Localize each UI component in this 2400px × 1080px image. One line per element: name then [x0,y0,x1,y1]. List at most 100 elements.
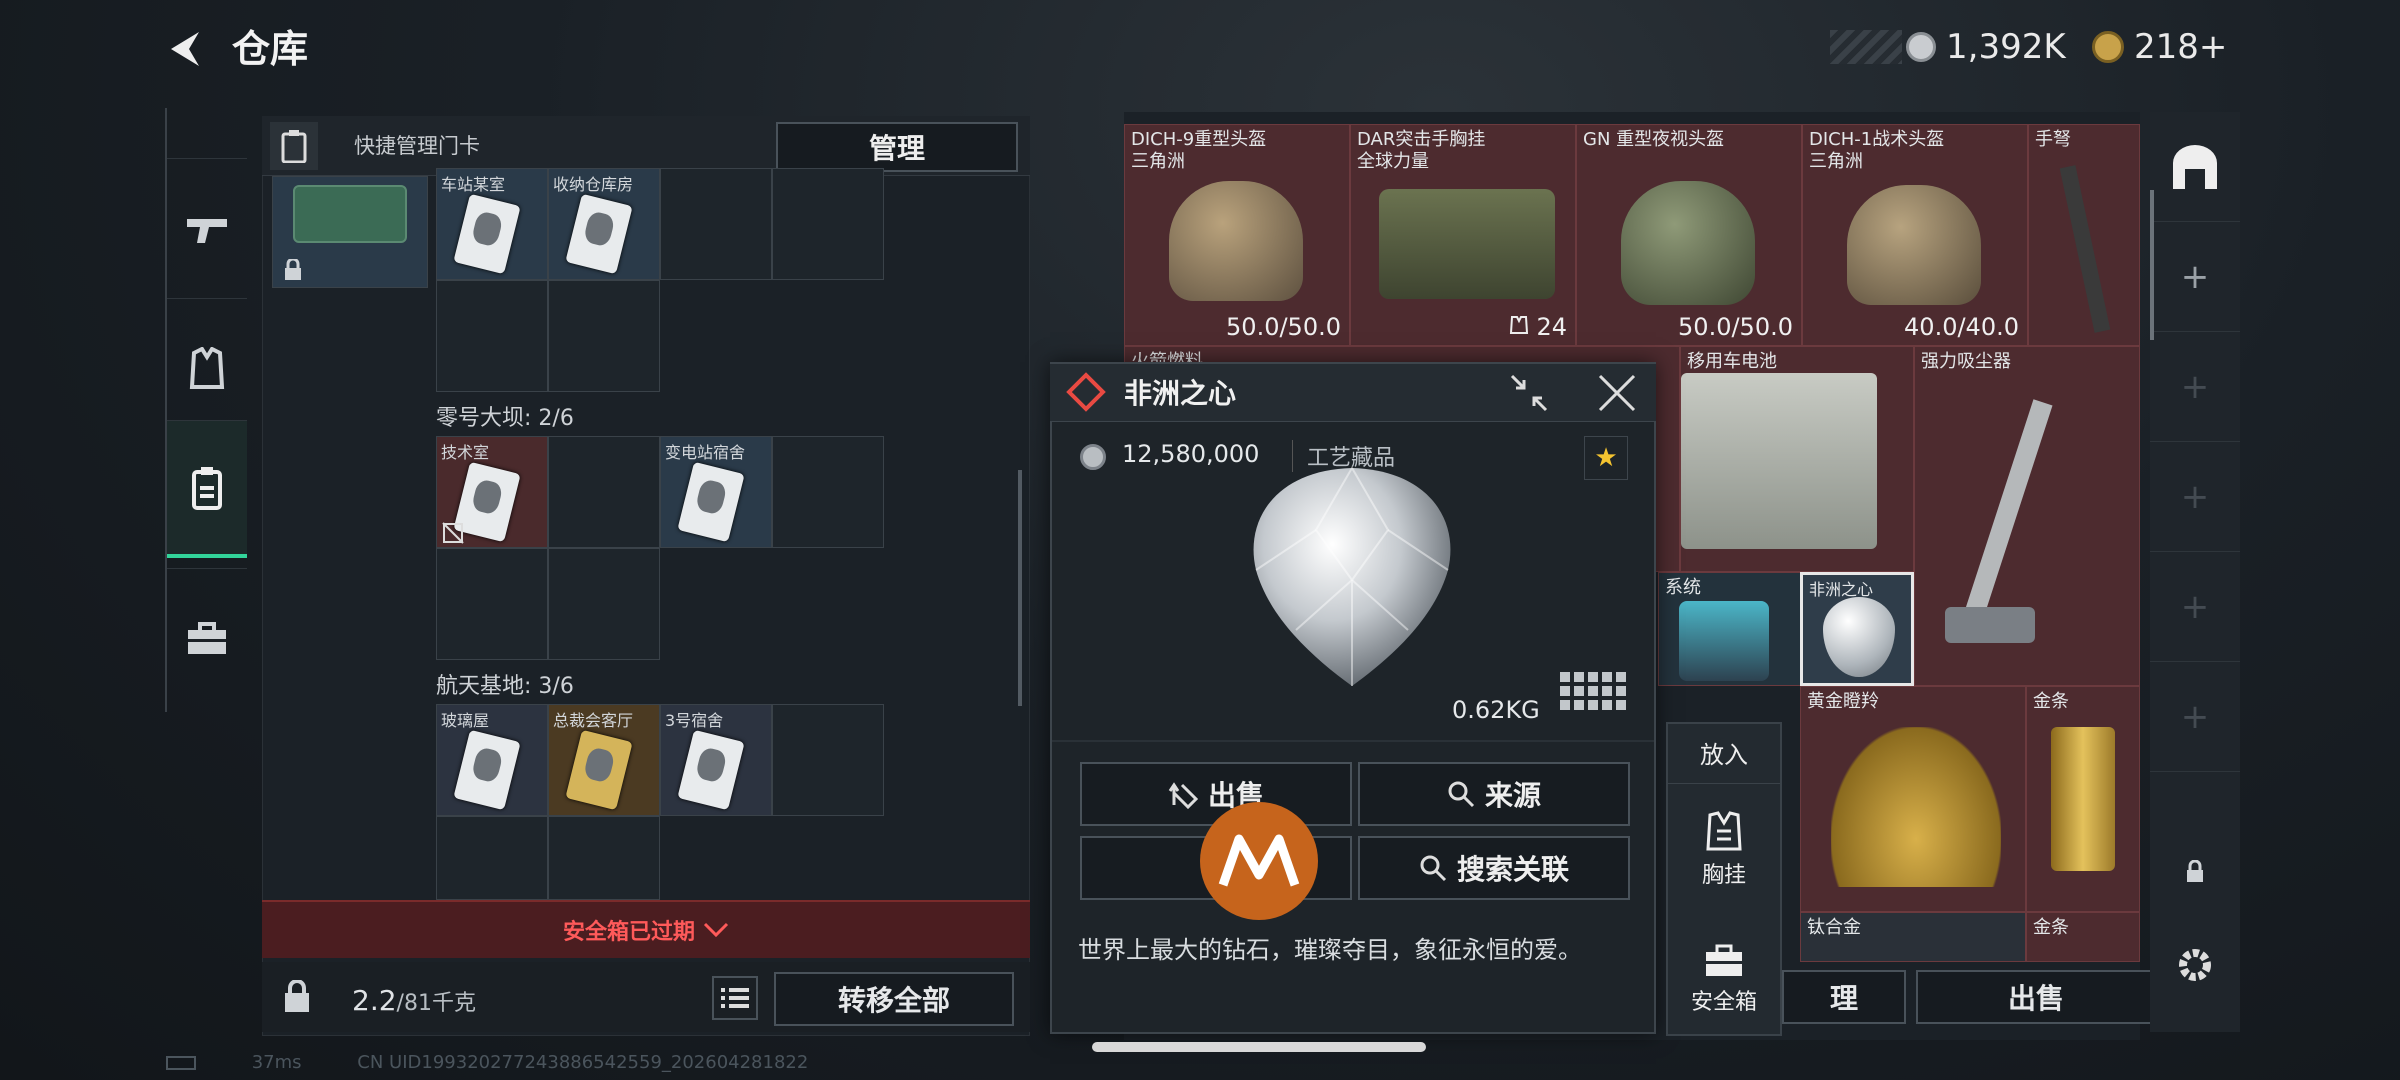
slot-label: 总裁会客厅 [553,711,634,730]
collapse-button[interactable] [1508,372,1550,414]
keycard-case-slot[interactable] [272,176,428,288]
keycard-icon [192,466,222,510]
empty-slot[interactable] [772,704,884,816]
sell-all-button[interactable]: 出售 [1916,970,2156,1024]
empty-slot[interactable] [548,816,660,900]
keycard-bar-icon [270,122,318,170]
stash-tab[interactable] [2150,112,2240,222]
item-crossbow[interactable]: 手弩 [2028,124,2140,346]
item-helmet-dich9[interactable]: DICH-9重型头盔 三角洲 50.0/50.0 [1124,124,1350,346]
list-view-button[interactable] [712,976,758,1020]
close-button[interactable] [1596,372,1638,414]
page-title: 仓库 [232,27,309,71]
item-heart-of-africa[interactable]: 非洲之心 [1800,572,1914,686]
left-scrollbar[interactable] [1018,470,1022,706]
expired-text: 安全箱已过期 [562,920,695,945]
back-button[interactable] [160,22,210,76]
add-container-button[interactable]: + [2150,552,2240,662]
add-container-button[interactable]: + [2150,662,2240,772]
keycard-slot[interactable]: 总裁会客厅 [548,704,660,816]
lock-icon [2187,860,2203,882]
source-button[interactable]: 来源 [1358,762,1630,826]
motorola-logo[interactable] [1200,802,1318,920]
item-system[interactable]: 系统 [1658,572,1802,686]
keycard-image [677,729,745,811]
home-indicator[interactable] [1092,1042,1426,1052]
helmet-image [1847,185,1981,305]
put-in-header: 放入 [1666,722,1782,784]
add-container-button[interactable]: + [2150,332,2240,442]
briefcase-icon [1706,944,1742,976]
settings-button[interactable] [2150,920,2240,1010]
empty-slot[interactable] [436,816,548,900]
battery-image [1681,373,1877,549]
item-gold-bar[interactable]: 金条 [2026,686,2140,912]
keycard-slot[interactable]: 变电站宿舍 [660,436,772,548]
empty-slot[interactable] [772,168,884,280]
search-related-label: 搜索关联 [1456,853,1569,886]
sort-button[interactable]: 理 [1782,970,1906,1024]
category-rail [165,108,247,712]
safebox-expired-banner[interactable]: 安全箱已过期 [262,900,1030,958]
item-gold-bar-2[interactable]: 金条 [2026,912,2140,962]
right-scrollbar[interactable] [2150,190,2154,340]
safebox-label: 安全箱 [1690,990,1757,1015]
item-name: 系统 [1665,577,1701,598]
put-in-safebox-button[interactable]: 安全箱 [1666,920,1782,1040]
item-car-battery[interactable]: 移用车电池 [1680,346,1914,572]
empty-slot[interactable] [548,548,660,660]
transfer-all-button[interactable]: 转移全部 [774,972,1014,1026]
item-helmet-dich1[interactable]: DICH-1战术头盔 三角洲 40.0/40.0 [1802,124,2028,346]
empty-slot[interactable] [436,280,548,392]
keycard-image [453,193,521,275]
add-container-button[interactable]: + [2150,222,2240,332]
list-icon [721,988,749,1008]
item-name-main: DAR突击手胸挂 [1357,129,1486,150]
status-bar: 37ms CN UID1993202772438865425​59_202604… [166,1052,808,1073]
search-related-button[interactable]: 搜索关联 [1358,836,1630,900]
nvg-helmet-image [1621,181,1755,305]
item-name: 钛合金 [1807,917,1861,938]
keycard-slot[interactable]: 车站某室 [436,168,548,280]
lock-icon [285,259,301,280]
add-container-button[interactable]: + [2150,442,2240,552]
item-name-sub: 三角洲 [1809,151,1863,172]
no-transfer-icon [442,522,464,544]
rail-items[interactable] [167,568,247,708]
sell-button[interactable]: 出售 [1080,762,1352,826]
item-vest-dar[interactable]: DAR突击手胸挂 全球力量 24 [1350,124,1576,346]
manage-button[interactable]: 管理 [776,122,1018,172]
empty-slot[interactable] [548,436,660,548]
rail-weapons[interactable] [167,158,247,298]
keycard-slot[interactable]: 技术室 [436,436,548,548]
item-name: DICH-1战术头盔 三角洲 [1809,129,1944,173]
vacuum-image [1965,399,2053,615]
weight-readout: 2.2/81千克 [352,984,476,1017]
capacity-value: 24 [1536,313,1567,341]
item-golden-gazelle[interactable]: 黄金瞪羚 [1800,686,2026,912]
item-description: 世界上最大的钻石，璀璨夺目，象征永恒的爱。 [1078,936,1582,964]
system-image [1679,601,1769,681]
empty-slot[interactable] [436,548,548,660]
rail-keycards[interactable] [167,420,247,558]
vest-icon [189,346,225,389]
ping-value: 37ms [251,1052,302,1073]
empty-slot[interactable] [548,280,660,392]
source-label: 来源 [1484,779,1541,812]
item-name: 黄金瞪羚 [1807,691,1879,712]
item-vacuum[interactable]: 强力吸尘器 [1914,346,2140,686]
rail-equipment[interactable] [167,298,247,438]
lock-container-button[interactable] [2150,842,2240,902]
keycard-slot[interactable]: 玻璃屋 [436,704,548,816]
favorite-star-button[interactable]: ★ [1584,436,1628,480]
empty-slot[interactable] [660,168,772,280]
put-in-vest-button[interactable]: 胸挂 [1666,790,1782,910]
item-titanium[interactable]: 钛合金 [1800,912,2026,962]
keycard-slot[interactable]: 收纳仓库房 [548,168,660,280]
currency-tokens[interactable]: 218+ [2092,22,2227,72]
keycard-slot[interactable]: 3号宿舍 [660,704,772,816]
gazelle-image [1831,727,2001,887]
empty-slot[interactable] [772,436,884,548]
item-helmet-gn[interactable]: GN 重型夜视头盔 50.0/50.0 [1576,124,1802,346]
keycard-image [565,729,633,811]
